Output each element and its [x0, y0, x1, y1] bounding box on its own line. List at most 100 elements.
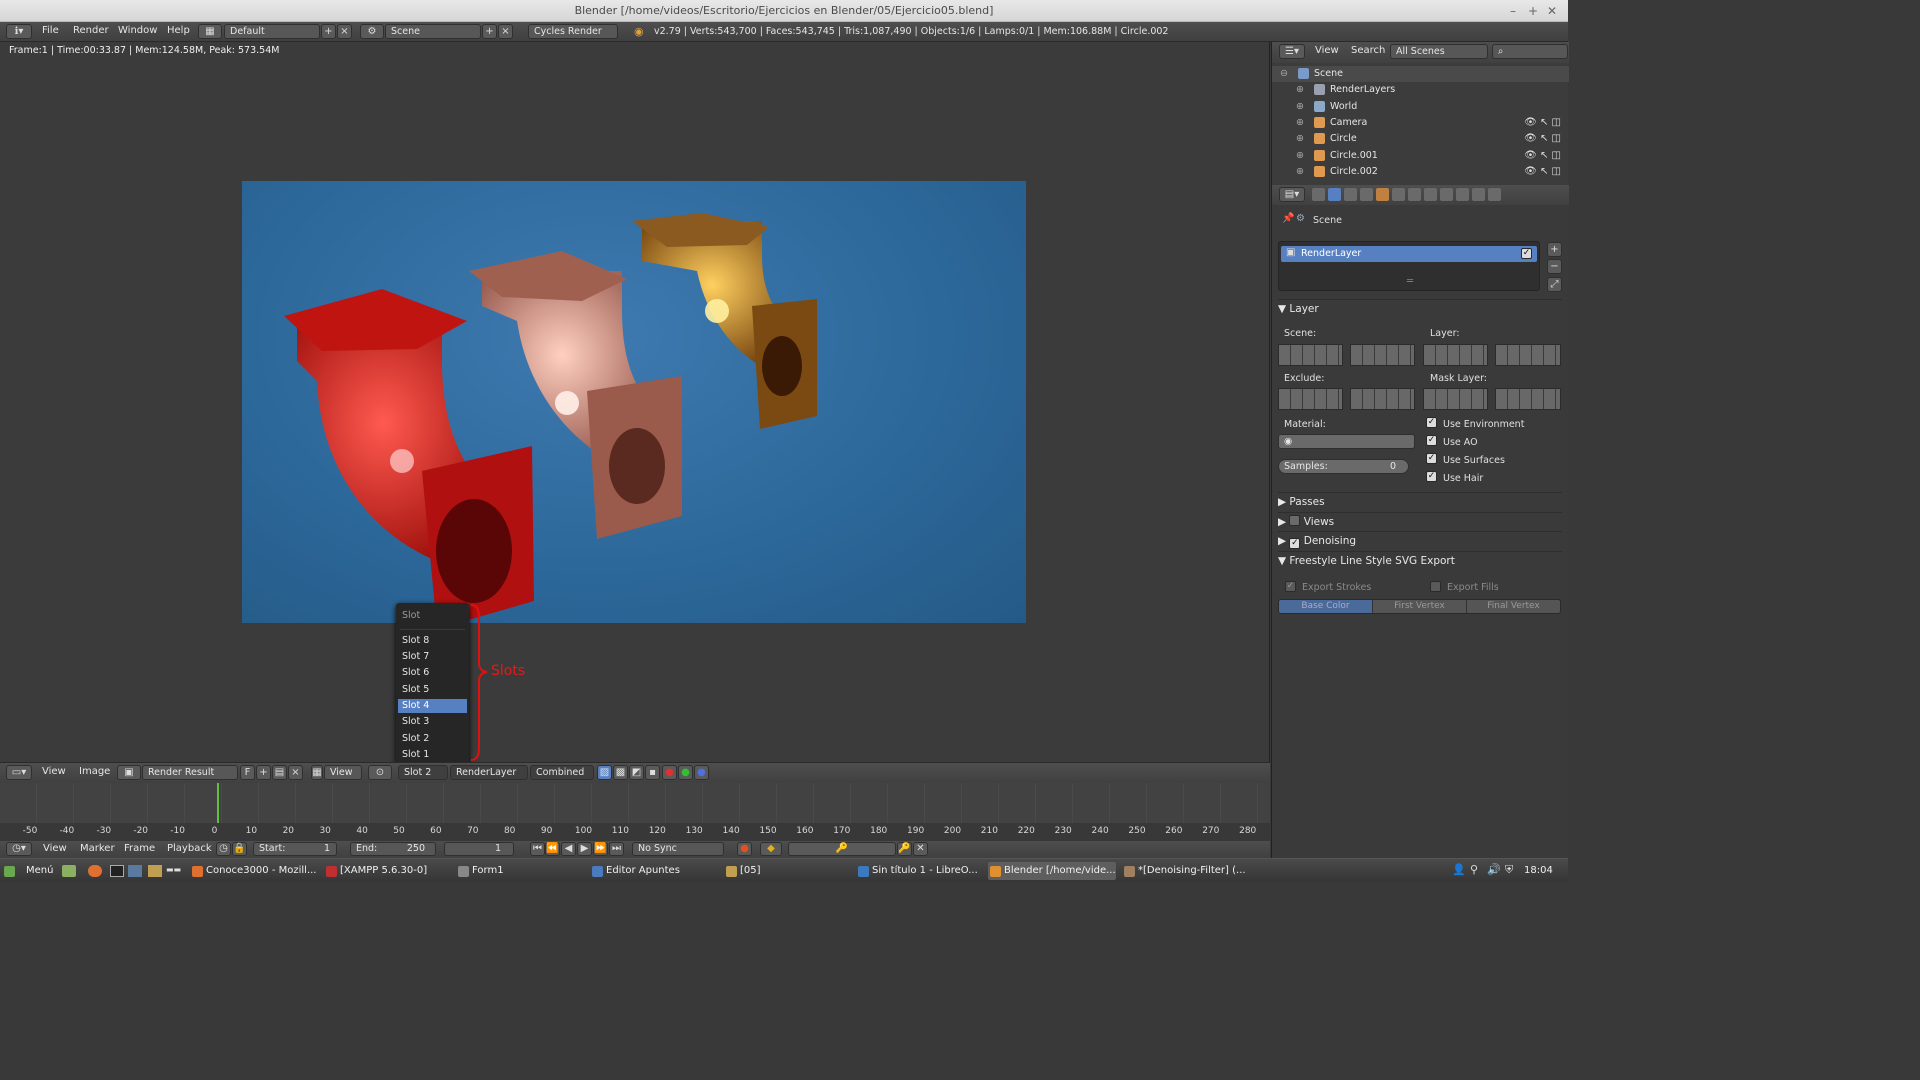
mask-layers-grid-b[interactable]	[1495, 388, 1561, 410]
visibility-toggles-icon[interactable]: 👁 ↖ ◫	[1524, 131, 1561, 147]
maximize-button[interactable]: +	[1528, 0, 1538, 22]
render-tab-icon[interactable]	[1312, 188, 1325, 201]
render-layer-selector[interactable]: RenderLayer	[450, 765, 528, 780]
use-hair-checkbox[interactable]: ✓	[1426, 471, 1437, 482]
outliner-row[interactable]: ⊕ RenderLayers	[1272, 82, 1569, 98]
menu-window[interactable]: Window	[118, 25, 157, 36]
exclude-layers-grid-a[interactable]	[1278, 388, 1343, 410]
view-mode-icon[interactable]: ▦	[311, 765, 323, 780]
task-blender[interactable]: Blender [/home/vide...	[988, 862, 1116, 880]
first-vertex-option[interactable]: First Vertex	[1372, 600, 1466, 613]
lock-range-icon[interactable]: 🔒	[232, 842, 247, 856]
shield-icon[interactable]: ⛨	[1505, 863, 1513, 877]
jump-end-icon[interactable]: ⏭	[609, 842, 624, 856]
show-desktop-icon[interactable]	[62, 865, 76, 877]
scene-layers-grid-a[interactable]	[1278, 344, 1343, 366]
add-scene-icon[interactable]: +	[482, 24, 497, 39]
scene-selector[interactable]: Scene	[385, 24, 481, 39]
outliner-row[interactable]: ⊖ Scene	[1272, 66, 1569, 82]
timeline-menu-marker[interactable]: Marker	[80, 843, 115, 854]
volume-icon[interactable]: 🔊	[1487, 863, 1501, 876]
timeline-menu-view[interactable]: View	[43, 843, 67, 854]
screenshot-launcher-icon[interactable]	[128, 865, 142, 877]
mask-layers-grid-a[interactable]	[1423, 388, 1488, 410]
expand-toggle-icon[interactable]: ⊕	[1296, 148, 1304, 164]
texture-tab-icon[interactable]	[1456, 188, 1469, 201]
close-button[interactable]: ✕	[1547, 0, 1557, 22]
base-color-option[interactable]: Base Color	[1279, 600, 1372, 613]
pin-icon[interactable]: 📌	[1282, 213, 1294, 224]
slot-item-3[interactable]: Slot 3	[398, 715, 467, 729]
play-reverse-icon[interactable]: ◀	[561, 842, 576, 856]
menu-view[interactable]: View	[42, 766, 66, 777]
user-icon[interactable]: 👤	[1452, 863, 1466, 876]
display-rgb-icon[interactable]: ▪	[645, 765, 660, 780]
end-frame-field[interactable]: End: 250	[350, 842, 436, 856]
export-strokes-checkbox[interactable]: ✓	[1285, 581, 1296, 592]
scene-layers-grid-b[interactable]	[1350, 344, 1415, 366]
constraints-tab-icon[interactable]	[1392, 188, 1405, 201]
expand-toggle-icon[interactable]: ⊕	[1296, 115, 1304, 131]
expand-toggle-icon[interactable]: ⊕	[1296, 164, 1304, 180]
blue-channel-icon[interactable]: ●	[694, 765, 709, 780]
task-firefox[interactable]: Conoce3000 - Mozill...	[190, 862, 318, 880]
outliner-menu-view[interactable]: View	[1315, 45, 1339, 56]
slot-item-6[interactable]: Slot 6	[398, 666, 467, 680]
remove-layout-icon[interactable]: ×	[337, 24, 352, 39]
list-resize-handle[interactable]: ═	[1407, 276, 1413, 287]
remove-scene-icon[interactable]: ×	[498, 24, 513, 39]
exclude-layers-grid-b[interactable]	[1350, 388, 1415, 410]
jump-keyframe-forward-icon[interactable]: ⏩	[593, 842, 608, 856]
start-menu-button[interactable]: Menú	[2, 862, 57, 880]
open-image-icon[interactable]: ▤	[272, 765, 287, 780]
layer-panel-header[interactable]: ▼ Layer	[1278, 299, 1562, 317]
app-launcher-icon[interactable]: ▬▬	[166, 865, 182, 877]
task-gimp[interactable]: *[Denoising-Filter] (...	[1122, 862, 1248, 880]
task-form1[interactable]: Form1	[456, 862, 566, 880]
timeline-editor[interactable]: -50 -40 -30 -20 -10 0 10 20 30 40 50 60 70 80 90 100 110…	[0, 783, 1270, 841]
samples-field[interactable]: Samples: 0	[1278, 459, 1409, 474]
slot-item-4[interactable]: Slot 4	[398, 699, 467, 713]
slot-item-1[interactable]: Slot 1	[398, 748, 467, 762]
task-editor-apuntes[interactable]: Editor Apuntes	[590, 862, 710, 880]
slot-item-8[interactable]: Slot 8	[398, 634, 467, 648]
image-editor[interactable]: Frame:1 | Time:00:33.87 | Mem:124.58M, P…	[0, 42, 1270, 763]
layer-layers-grid-a[interactable]	[1423, 344, 1488, 366]
slot-item-2[interactable]: Slot 2	[398, 732, 467, 746]
current-frame-field[interactable]: 1	[444, 842, 514, 856]
add-render-layer-icon[interactable]: +	[1547, 242, 1562, 257]
use-surfaces-checkbox[interactable]: ✓	[1426, 453, 1437, 464]
render-layer-pin-icon[interactable]: ⤢	[1547, 277, 1562, 292]
slot-dropdown-menu[interactable]: Slot Slot 8 Slot 7 Slot 6 Slot 5 Slot 4 …	[396, 603, 469, 763]
red-channel-icon[interactable]: ●	[662, 765, 677, 780]
outliner-row[interactable]: ⊕ World	[1272, 99, 1569, 115]
green-channel-icon[interactable]: ●	[678, 765, 693, 780]
timeline-track[interactable]	[0, 783, 1270, 823]
expand-toggle-icon[interactable]: ⊖	[1280, 66, 1288, 82]
timeline-editor-type-icon[interactable]: ◷▾	[6, 842, 32, 856]
views-panel-header[interactable]: ▶ Views	[1278, 512, 1562, 530]
material-tab-icon[interactable]	[1440, 188, 1453, 201]
physics-tab-icon[interactable]	[1488, 188, 1501, 201]
expand-toggle-icon[interactable]: ⊕	[1296, 82, 1304, 98]
slot-item-5[interactable]: Slot 5	[398, 683, 467, 697]
layout-icon[interactable]: ▦	[198, 24, 222, 39]
jump-keyframe-back-icon[interactable]: ⏪	[545, 842, 560, 856]
auto-keying-icon[interactable]: ●	[737, 842, 752, 856]
outliner-menu-search[interactable]: Search	[1351, 45, 1385, 56]
slot-selector[interactable]: Slot 2	[398, 765, 448, 780]
task-xampp[interactable]: [XAMPP 5.6.30-0]	[324, 862, 442, 880]
use-ao-checkbox[interactable]: ✓	[1426, 435, 1437, 446]
use-environment-checkbox[interactable]: ✓	[1426, 417, 1437, 428]
render-layer-list[interactable]: ▣ RenderLayer ✓ ═	[1278, 241, 1540, 291]
visibility-toggles-icon[interactable]: 👁 ↖ ◫	[1524, 164, 1561, 180]
menu-help[interactable]: Help	[167, 25, 190, 36]
render-layer-enable-checkbox[interactable]: ✓	[1521, 248, 1532, 259]
start-frame-field[interactable]: Start: 1	[253, 842, 337, 856]
render-engine-selector[interactable]: Cycles Render	[528, 24, 618, 39]
keying-set-icon[interactable]: ◆	[760, 842, 782, 856]
properties-type-icon[interactable]: ▤▾	[1279, 187, 1305, 202]
visibility-toggles-icon[interactable]: 👁 ↖ ◫	[1524, 115, 1561, 131]
data-tab-icon[interactable]	[1424, 188, 1437, 201]
export-fills-checkbox[interactable]	[1430, 581, 1441, 592]
